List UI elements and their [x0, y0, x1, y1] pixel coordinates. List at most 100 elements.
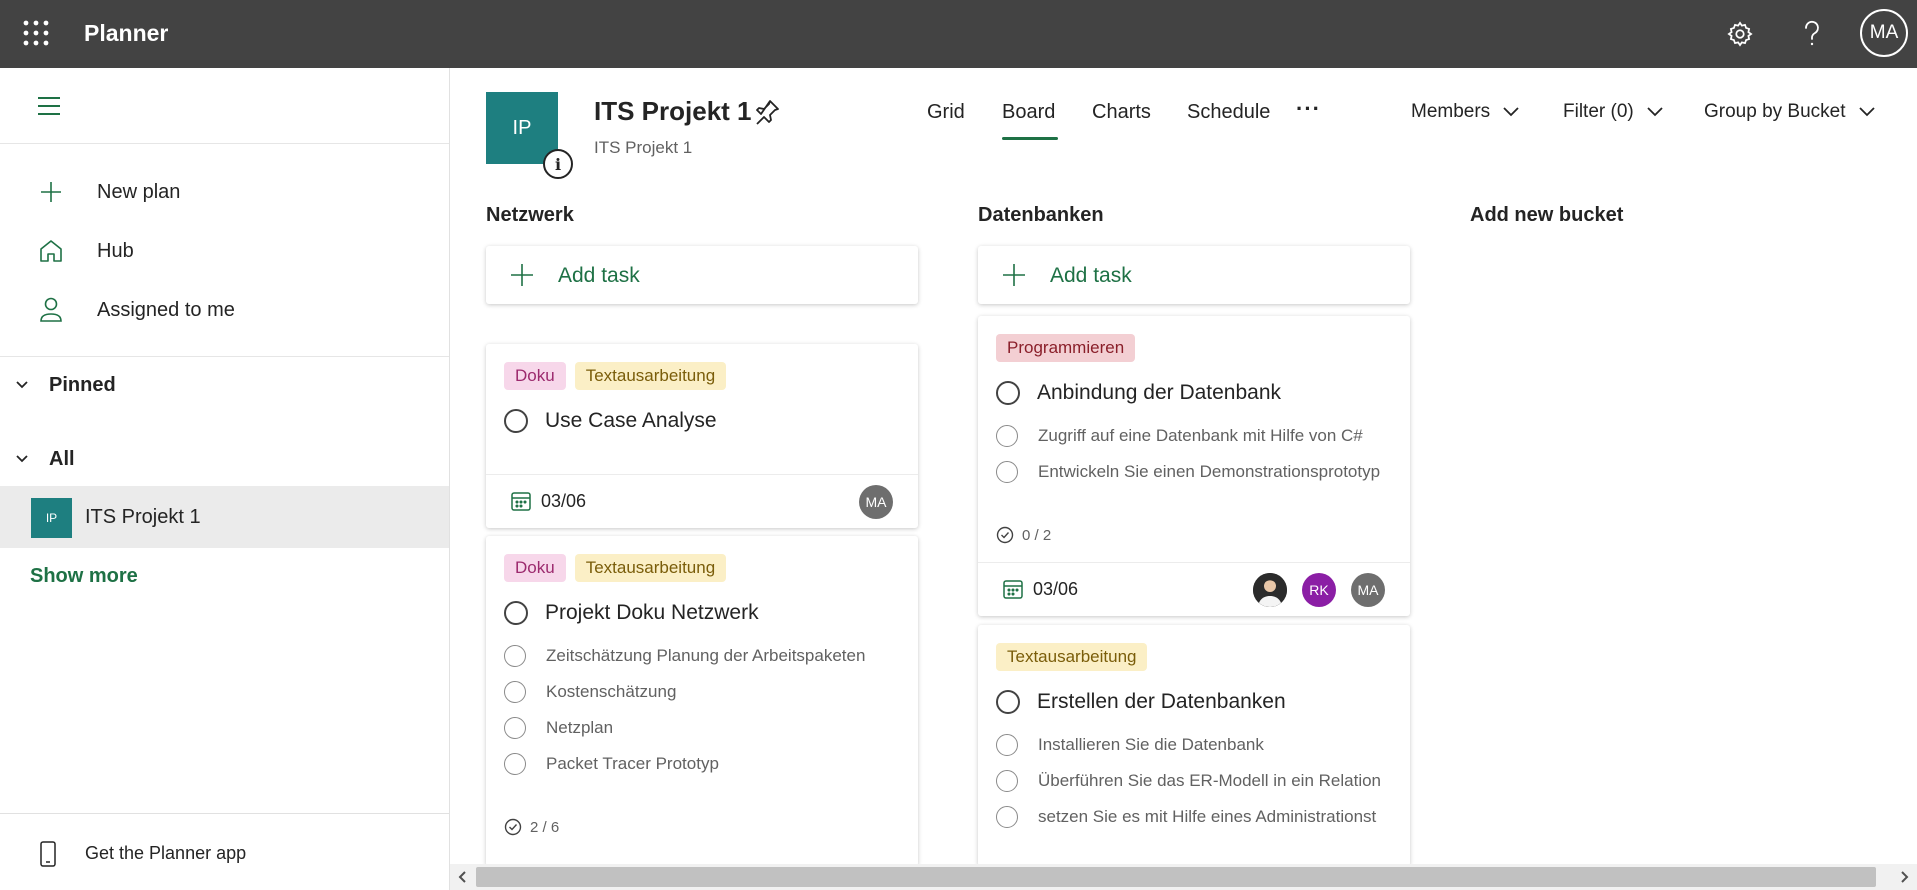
task-complete-checkbox[interactable] [504, 409, 528, 433]
bucket-title[interactable]: Datenbanken [978, 204, 1104, 227]
add-task-label: Add task [558, 264, 640, 287]
members-dropdown[interactable]: Members [1411, 101, 1520, 123]
sidebar-item-its-projekt-1[interactable]: IP ITS Projekt 1 [0, 486, 449, 548]
checklist-item: setzen Sie es mit Hilfe eines Administra… [996, 806, 1396, 828]
checklist-checkbox[interactable] [996, 461, 1018, 483]
task-title[interactable]: Anbindung der Datenbank [1037, 381, 1281, 405]
calendar-icon [511, 492, 531, 511]
group-by-label: Group by Bucket [1704, 101, 1846, 122]
app-launcher-icon[interactable] [22, 19, 50, 47]
task-title[interactable]: Erstellen der Datenbanken [1037, 690, 1286, 714]
sidebar-item-label: Hub [97, 239, 134, 262]
scrollbar-thumb[interactable] [476, 867, 1876, 887]
show-more-link[interactable]: Show more [30, 565, 138, 588]
person-icon [36, 295, 66, 325]
task-card[interactable]: Programmieren Anbindung der Datenbank Zu… [978, 316, 1410, 616]
task-card[interactable]: Doku Textausarbeitung Use Case Analyse 0… [486, 344, 918, 528]
tab-charts[interactable]: Charts [1092, 101, 1151, 124]
assignee-avatar[interactable]: MA [859, 485, 893, 519]
task-card[interactable]: Textausarbeitung Erstellen der Datenbank… [978, 625, 1410, 866]
add-task-label: Add task [1050, 264, 1132, 287]
checklist-checkbox[interactable] [504, 645, 526, 667]
checklist-item: Packet Tracer Prototyp [504, 753, 904, 775]
scroll-right-arrow-icon[interactable] [1896, 869, 1912, 885]
due-date[interactable]: 03/06 [541, 491, 586, 512]
pin-icon[interactable] [752, 97, 782, 127]
assignee-avatar[interactable]: RK [1302, 573, 1336, 607]
checklist-checkbox[interactable] [996, 734, 1018, 756]
more-options-icon[interactable]: ··· [1296, 96, 1321, 122]
task-title[interactable]: Use Case Analyse [545, 409, 717, 433]
assignee-avatar-photo[interactable] [1253, 573, 1287, 607]
check-circle-icon [996, 526, 1014, 544]
chevron-down-icon [1647, 107, 1663, 117]
checklist-checkbox[interactable] [996, 806, 1018, 828]
add-task-button[interactable]: Add task [978, 246, 1410, 304]
plan-label: ITS Projekt 1 [85, 506, 201, 528]
get-app-link[interactable]: Get the Planner app [0, 813, 449, 890]
checklist-item: Zugriff auf eine Datenbank mit Hilfe von… [996, 425, 1396, 447]
sidebar-item-hub[interactable]: Hub [0, 227, 449, 275]
checklist-text[interactable]: Zugriff auf eine Datenbank mit Hilfe von… [1038, 426, 1363, 446]
sidebar-item-label: New plan [97, 180, 181, 203]
label-tag[interactable]: Doku [504, 554, 566, 582]
task-complete-checkbox[interactable] [996, 690, 1020, 714]
app-name[interactable]: Planner [84, 20, 168, 47]
task-card[interactable]: Doku Textausarbeitung Projekt Doku Netzw… [486, 536, 918, 866]
label-tag[interactable]: Doku [504, 362, 566, 390]
checklist-text[interactable]: Entwickeln Sie einen Demonstrationsproto… [1038, 462, 1380, 482]
checklist-text[interactable]: Überführen Sie das ER-Modell in ein Rela… [1038, 771, 1381, 791]
checklist-item: Zeitschätzung Planung der Arbeitspaketen [504, 645, 904, 667]
label-list: Textausarbeitung [996, 643, 1148, 671]
checklist-item: Überführen Sie das ER-Modell in ein Rela… [996, 770, 1396, 792]
checklist-text[interactable]: Installieren Sie die Datenbank [1038, 735, 1264, 755]
bucket-title[interactable]: Netzwerk [486, 204, 574, 227]
checklist-checkbox[interactable] [996, 770, 1018, 792]
task-title-row: Erstellen der Datenbanken [996, 690, 1286, 714]
plus-icon [511, 264, 533, 286]
group-all[interactable]: All [0, 439, 449, 479]
checklist-text[interactable]: Netzplan [546, 718, 613, 738]
label-tag[interactable]: Textausarbeitung [574, 554, 727, 582]
checklist-text[interactable]: setzen Sie es mit Hilfe eines Administra… [1038, 807, 1376, 827]
tab-schedule[interactable]: Schedule [1187, 101, 1270, 124]
assignee-avatar[interactable]: MA [1351, 573, 1385, 607]
task-complete-checkbox[interactable] [996, 381, 1020, 405]
checklist-text[interactable]: Zeitschätzung Planung der Arbeitspaketen [546, 646, 865, 666]
chevron-down-icon [16, 381, 28, 389]
scroll-left-arrow-icon[interactable] [455, 869, 471, 885]
checklist-checkbox[interactable] [504, 681, 526, 703]
tab-grid[interactable]: Grid [927, 101, 965, 124]
add-new-bucket-button[interactable]: Add new bucket [1470, 204, 1623, 227]
add-task-button[interactable]: Add task [486, 246, 918, 304]
checklist-checkbox[interactable] [504, 717, 526, 739]
group-label: All [49, 447, 75, 470]
sidebar: New plan Hub Assigned to me Pinned All I… [0, 68, 450, 890]
question-icon[interactable] [1794, 16, 1830, 52]
label-list: Doku Textausarbeitung [504, 362, 727, 390]
horizontal-scrollbar[interactable] [450, 864, 1917, 890]
checklist-text[interactable]: Packet Tracer Prototyp [546, 754, 719, 774]
due-date[interactable]: 03/06 [1033, 579, 1078, 600]
filter-dropdown[interactable]: Filter (0) [1563, 101, 1664, 123]
checklist-text[interactable]: Kostenschätzung [546, 682, 676, 702]
checklist-checkbox[interactable] [504, 753, 526, 775]
tab-board[interactable]: Board [1002, 101, 1055, 124]
user-avatar[interactable]: MA [1860, 9, 1908, 57]
sidebar-item-assigned-to-me[interactable]: Assigned to me [0, 286, 449, 334]
label-tag[interactable]: Programmieren [996, 334, 1136, 362]
task-complete-checkbox[interactable] [504, 601, 528, 625]
get-app-label: Get the Planner app [85, 843, 247, 863]
label-tag[interactable]: Textausarbeitung [996, 643, 1148, 671]
group-pinned[interactable]: Pinned [0, 365, 449, 405]
gear-icon[interactable] [1722, 16, 1758, 52]
sidebar-item-new-plan[interactable]: New plan [0, 168, 449, 216]
group-by-dropdown[interactable]: Group by Bucket [1704, 101, 1876, 123]
label-tag[interactable]: Textausarbeitung [574, 362, 727, 390]
check-circle-icon [504, 818, 522, 836]
checklist-checkbox[interactable] [996, 425, 1018, 447]
task-title[interactable]: Projekt Doku Netzwerk [545, 601, 759, 625]
info-icon[interactable]: i [543, 149, 573, 179]
hamburger-menu-icon[interactable] [36, 94, 64, 118]
home-icon [36, 236, 66, 266]
